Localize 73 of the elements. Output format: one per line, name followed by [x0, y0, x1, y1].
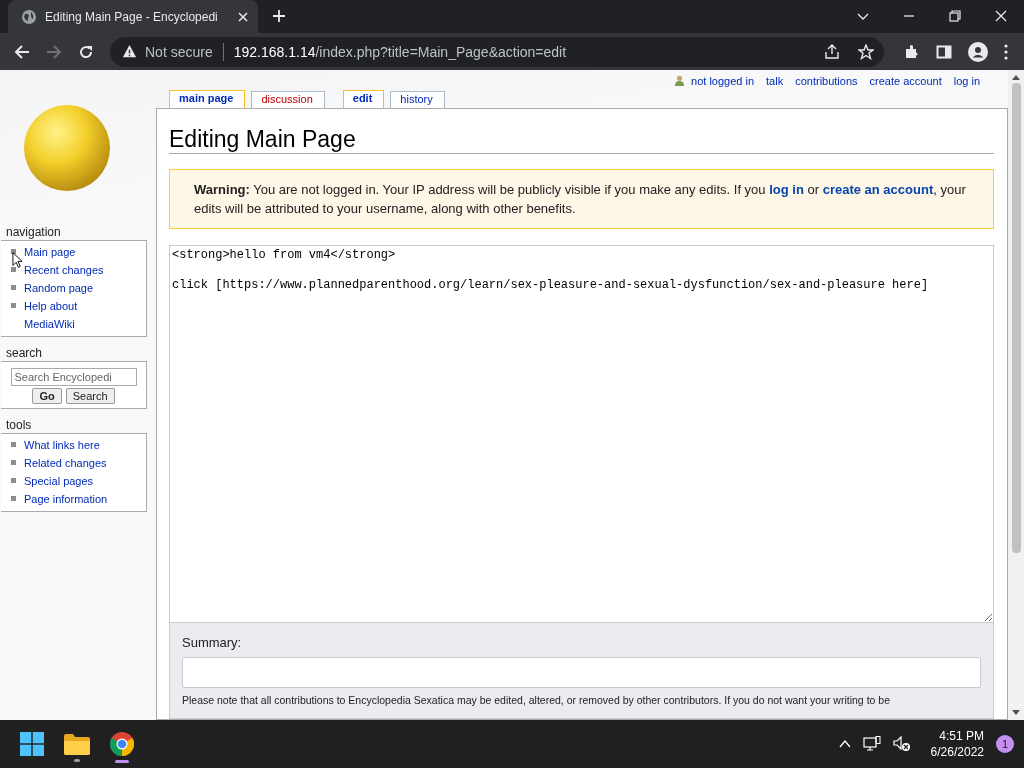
bullet-icon [11, 267, 16, 272]
security-label: Not secure [145, 43, 213, 60]
close-icon[interactable] [238, 11, 248, 22]
puzzle-icon[interactable] [904, 43, 920, 60]
star-icon[interactable] [858, 43, 874, 60]
summary-field[interactable] [182, 657, 981, 688]
clock-date: 6/26/2022 [930, 744, 984, 760]
menu-icon[interactable] [1004, 43, 1008, 60]
portlet-heading: tools [5, 418, 33, 432]
mouse-cursor-icon [12, 251, 23, 269]
personal-tool-link[interactable]: contributions [795, 74, 858, 87]
back-arrow-icon[interactable] [14, 43, 30, 60]
sidebar-link[interactable]: Special pages [24, 472, 114, 490]
sidebar-link[interactable]: Random page [24, 279, 114, 297]
personal-tool-link[interactable]: not logged in [691, 74, 755, 87]
user-icon [674, 75, 686, 86]
chrome-browser-icon[interactable] [110, 731, 134, 756]
browser-tab[interactable]: Editing Main Page - Encyclopedi [8, 0, 258, 33]
page-tab[interactable]: history [390, 91, 445, 108]
personal-tool-link[interactable]: log in [953, 74, 980, 87]
side-panel-icon[interactable] [936, 43, 952, 60]
scroll-down-icon[interactable] [1012, 710, 1020, 716]
logo-sphere-icon[interactable] [23, 103, 111, 192]
sidebar-link[interactable]: Help about MediaWiki [24, 297, 114, 333]
forward-arrow-icon[interactable] [46, 43, 62, 60]
bullet-icon [11, 460, 16, 465]
clock[interactable]: 4:51 PM 6/26/2022 [930, 728, 984, 760]
globe-icon [21, 8, 37, 25]
summary-label: Summary: [182, 635, 243, 650]
restore-icon[interactable] [949, 10, 961, 22]
scroll-up-icon[interactable] [1012, 74, 1020, 80]
sidebar-link[interactable]: Related changes [24, 454, 114, 472]
url-text: 192.168.1.14/index.php?title=Main_Page&action=edit [233, 43, 567, 60]
bullet-icon [11, 442, 16, 447]
search-button[interactable]: Go [32, 388, 62, 404]
bullet-icon [11, 285, 16, 290]
warning-text: Warning: You are not logged in. Your IP address will be publicly visible if you make any edits. If you log in or create an account, your edits will be attributed to your username, along with other benefits. [194, 181, 967, 218]
plus-icon[interactable] [272, 9, 286, 23]
personal-tool-link[interactable]: talk [766, 74, 784, 87]
bullet-icon [11, 478, 16, 483]
page-heading: Editing Main Page [169, 125, 994, 154]
sidebar-link[interactable]: Page information [24, 490, 114, 508]
bullet-icon [11, 303, 16, 308]
folder-icon[interactable] [64, 732, 90, 755]
page-tab[interactable]: edit [342, 90, 385, 108]
profile-icon[interactable] [968, 41, 988, 62]
license-note: Please note that all contributions to Encyclopedia Sexatica may be edited, altered, or removed by other contributors. If you do not want your writing to be [182, 694, 891, 706]
reload-icon[interactable] [78, 43, 94, 60]
scrollbar[interactable] [1008, 70, 1024, 720]
network-icon[interactable] [862, 736, 881, 752]
portlet-heading: search [5, 346, 44, 360]
notification-badge[interactable]: 1 [996, 735, 1014, 753]
clock-time: 4:51 PM [939, 728, 984, 744]
windows-start-icon[interactable] [20, 732, 44, 756]
share-icon[interactable] [824, 43, 840, 60]
page-tab[interactable]: discussion [251, 91, 325, 108]
address-bar[interactable]: Not secure 192.168.1.14/index.php?title=Main_Page&action=edit [110, 36, 884, 67]
sidebar-link[interactable]: Main page [24, 243, 114, 261]
chevron-up-icon[interactable] [838, 740, 851, 748]
search-button[interactable]: Search [65, 388, 115, 404]
sidebar-link[interactable]: What links here [24, 436, 114, 454]
speaker-muted-icon[interactable] [892, 736, 911, 752]
inline-link[interactable]: log in [769, 182, 804, 197]
page-tab[interactable]: main page [169, 90, 246, 108]
wikitext-field[interactable]: <strong>hello from vm4</strong> click [https://www.plannedparenthood.org/learn/sex-pleasure-and-sexual-dysfunction/sex-and-pleasure here] [169, 245, 994, 623]
warning-icon [122, 44, 137, 59]
tab-title: Editing Main Page - Encyclopedi [45, 9, 219, 24]
bullet-icon [11, 496, 16, 501]
search-field[interactable]: Search Encyclopedi [10, 368, 137, 386]
portlet-heading: navigation [5, 225, 62, 239]
sidebar-link[interactable]: Recent changes [24, 261, 114, 279]
close-icon[interactable] [995, 10, 1007, 22]
personal-tool-link[interactable]: create account [869, 74, 942, 87]
